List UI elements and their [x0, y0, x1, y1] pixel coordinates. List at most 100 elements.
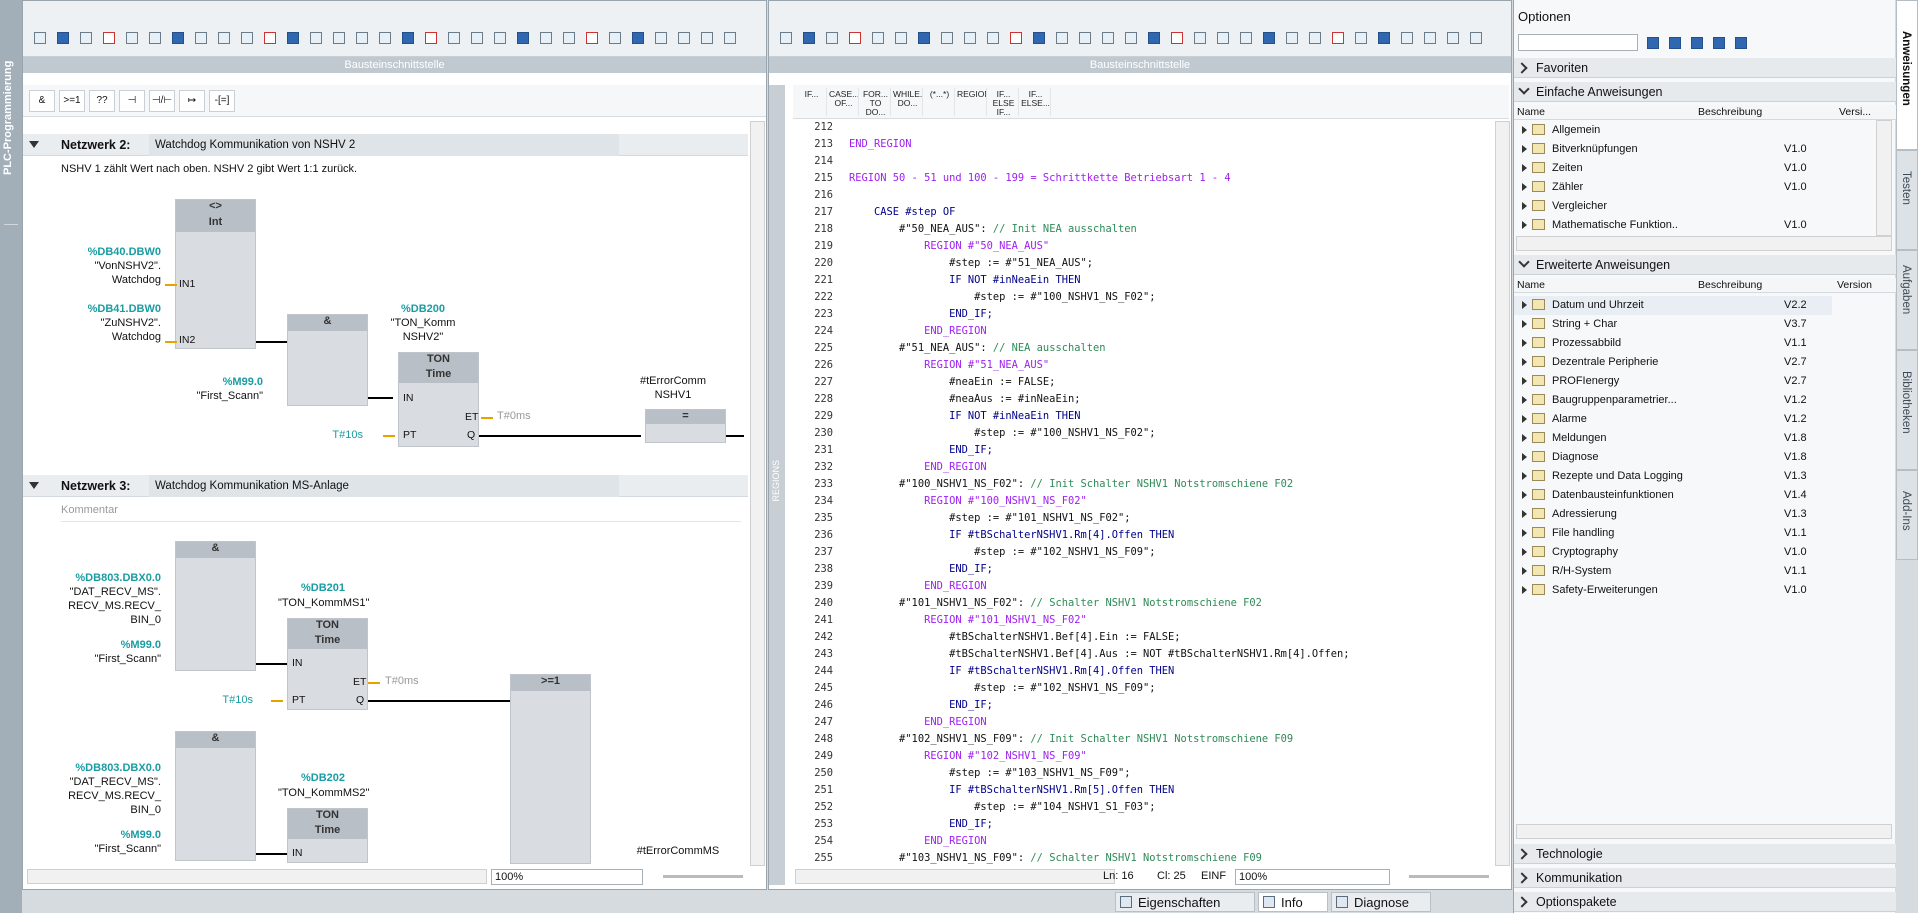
vtab-tasks[interactable]: Aufgaben — [1896, 250, 1918, 350]
code-line[interactable]: 217 CASE #step OF — [793, 204, 1493, 221]
db200-name[interactable]: "TON_Komm — [378, 317, 468, 329]
tab-diagnostics[interactable]: Diagnose — [1331, 892, 1431, 912]
lad-zoom-select[interactable]: 100% — [491, 869, 643, 885]
in2-operand-2[interactable]: Watchdog — [83, 331, 161, 343]
toolbar-button-icon[interactable] — [698, 29, 716, 47]
tree-item[interactable]: Datum und Uhrzeit V2.2 — [1514, 296, 1832, 315]
code-line[interactable]: 218 #"50_NEA_AUS": // Init NEA ausschalt… — [793, 221, 1493, 238]
toolbar-button-icon[interactable] — [1352, 29, 1370, 47]
toolbar-button-icon[interactable] — [961, 29, 979, 47]
code-line[interactable]: 216 — [793, 187, 1493, 204]
expand-icon[interactable] — [1522, 472, 1527, 480]
toolbar-button-icon[interactable] — [1099, 29, 1117, 47]
expand-icon[interactable] — [1522, 183, 1527, 191]
toolbar-button-icon[interactable] — [1444, 29, 1462, 47]
code-line[interactable]: 242 #tBSchalterNSHV1.Bef[4].Ein := FALSE… — [793, 629, 1493, 646]
toolbar-button-icon[interactable] — [1283, 29, 1301, 47]
toolbar-button-icon[interactable] — [560, 29, 578, 47]
m990-operand[interactable]: "First_Scann" — [173, 390, 264, 402]
toolbar-button-icon[interactable] — [192, 29, 210, 47]
code-line[interactable]: 219 REGION #"50_NEA_AUS" — [793, 238, 1493, 255]
tree-item[interactable]: Diagnose V1.8 — [1514, 448, 1832, 467]
toolbar-button-icon[interactable] — [514, 29, 532, 47]
communication-header[interactable]: Kommunikation — [1514, 868, 1896, 888]
code-line[interactable]: 248 #"102_NSHV1_NS_F09": // Init Schalte… — [793, 731, 1493, 748]
compare-block[interactable]: <> Int — [175, 199, 256, 349]
db202-name[interactable]: "TON_KommMS2" — [278, 787, 369, 799]
tab-info[interactable]: Info — [1258, 892, 1328, 912]
snippet-6[interactable]: IF... ELSE IF... — [989, 88, 1019, 116]
code-line[interactable]: 250 #step := #"103_NSHV1_NS_F09"; — [793, 765, 1493, 782]
scl-interface-header[interactable]: Bausteinschnittstelle — [769, 57, 1511, 73]
expand-icon[interactable] — [1522, 415, 1527, 423]
toolbar-button-icon[interactable] — [353, 29, 371, 47]
toolbar-button-icon[interactable] — [1421, 29, 1439, 47]
code-line[interactable]: 240 #"101_NSHV1_NS_F02": // Schalter NSH… — [793, 595, 1493, 612]
code-line[interactable]: 222 #step := #"100_NSHV1_NS_F02"; — [793, 289, 1493, 306]
expand-icon[interactable] — [1522, 145, 1527, 153]
lad-horizontal-scrollbar[interactable] — [27, 869, 487, 884]
expand-icon[interactable] — [1522, 301, 1527, 309]
expand-icon[interactable] — [1522, 586, 1527, 594]
code-line[interactable]: 229 IF NOT #inNeaEin THEN — [793, 408, 1493, 425]
toolbar-button-icon[interactable] — [1076, 29, 1094, 47]
tree-item[interactable]: Rezepte und Data Logging V1.3 — [1514, 467, 1832, 486]
code-line[interactable]: 249 REGION #"102_NSHV1_NS_F09" — [793, 748, 1493, 765]
technology-header[interactable]: Technologie — [1514, 844, 1896, 864]
network-3-comment[interactable]: Kommentar — [61, 504, 741, 522]
toolbar-button-icon[interactable] — [915, 29, 933, 47]
snippet-3[interactable]: WHILE... DO... — [893, 88, 923, 116]
network-2-description[interactable]: Watchdog Kommunikation von NSHV 2 — [149, 134, 619, 156]
code-line[interactable]: 251 IF #tBSchalterNSHV1.Rm[5].Offen THEN — [793, 782, 1493, 799]
vtab-addins[interactable]: Add-Ins — [1896, 470, 1918, 560]
toolbar-button-icon[interactable] — [31, 29, 49, 47]
toolbar-button-icon[interactable] — [823, 29, 841, 47]
code-line[interactable]: 244 IF #tBSchalterNSHV1.Rm[4].Offen THEN — [793, 663, 1493, 680]
palette-item-5[interactable]: ↦ — [179, 90, 205, 112]
toolbar-button-icon[interactable] — [1145, 29, 1163, 47]
vtab-libraries[interactable]: Bibliotheken — [1896, 350, 1918, 470]
option-packages-header[interactable]: Optionspakete — [1514, 892, 1896, 912]
toolbar-button-icon[interactable] — [330, 29, 348, 47]
a1-operand[interactable]: "DAT_RECV_MS". — [53, 586, 161, 598]
toolbar-button-icon[interactable] — [123, 29, 141, 47]
toolbar-button-icon[interactable] — [284, 29, 302, 47]
snippet-7[interactable]: IF... ELSE... — [1021, 88, 1051, 116]
code-line[interactable]: 224 END_REGION — [793, 323, 1493, 340]
output-coil-name-2[interactable]: NSHV1 — [628, 389, 718, 401]
snippet-4[interactable]: (*...*) — [925, 88, 955, 116]
toolbar-button-icon[interactable] — [54, 29, 72, 47]
pt-value-3[interactable]: T#10s — [213, 694, 253, 706]
lad-interface-header[interactable]: Bausteinschnittstelle — [23, 57, 766, 73]
toolbar-button-icon[interactable] — [468, 29, 486, 47]
expand-icon[interactable] — [1522, 453, 1527, 461]
tree-item[interactable]: File handling V1.1 — [1514, 524, 1832, 543]
toolbar-button-icon[interactable] — [261, 29, 279, 47]
scl-horizontal-scrollbar[interactable] — [795, 869, 1115, 884]
tree-item[interactable]: Alarme V1.2 — [1514, 410, 1832, 429]
palette-item-2[interactable]: ?? — [89, 90, 115, 112]
toolbar-button-icon[interactable] — [583, 29, 601, 47]
lad-zoom-slider[interactable] — [663, 875, 743, 878]
toolbar-button-icon[interactable] — [1214, 29, 1232, 47]
code-line[interactable]: 220 #step := #"51_NEA_AUS"; — [793, 255, 1493, 272]
toolbar-button-icon[interactable] — [169, 29, 187, 47]
simple-instructions-header[interactable]: Einfache Anweisungen — [1514, 82, 1896, 102]
and-block-1[interactable]: & — [175, 541, 256, 671]
extended-horizontal-scrollbar[interactable] — [1516, 824, 1892, 839]
and-block[interactable]: & — [287, 314, 368, 406]
tree-item[interactable]: Zeiten V1.0 — [1514, 159, 1832, 178]
code-line[interactable]: 226 REGION #"51_NEA_AUS" — [793, 357, 1493, 374]
expand-icon[interactable] — [1522, 567, 1527, 575]
toolbar-button-icon[interactable] — [1260, 29, 1278, 47]
code-line[interactable]: 223 END_IF; — [793, 306, 1493, 323]
regions-side-bar[interactable]: REGIONS — [769, 85, 785, 885]
toolbar-button-icon[interactable] — [675, 29, 693, 47]
favorites-header[interactable]: Favoriten — [1514, 58, 1896, 78]
toolbar-button-icon[interactable] — [629, 29, 647, 47]
simple-horizontal-scrollbar[interactable] — [1516, 236, 1892, 251]
expand-icon[interactable] — [1522, 126, 1527, 134]
network-2-comment[interactable]: NSHV 1 zählt Wert nach oben. NSHV 2 gibt… — [61, 163, 357, 175]
expand-icon[interactable] — [1522, 529, 1527, 537]
code-line[interactable]: 245 #step := #"102_NSHV1_NS_F09"; — [793, 680, 1493, 697]
